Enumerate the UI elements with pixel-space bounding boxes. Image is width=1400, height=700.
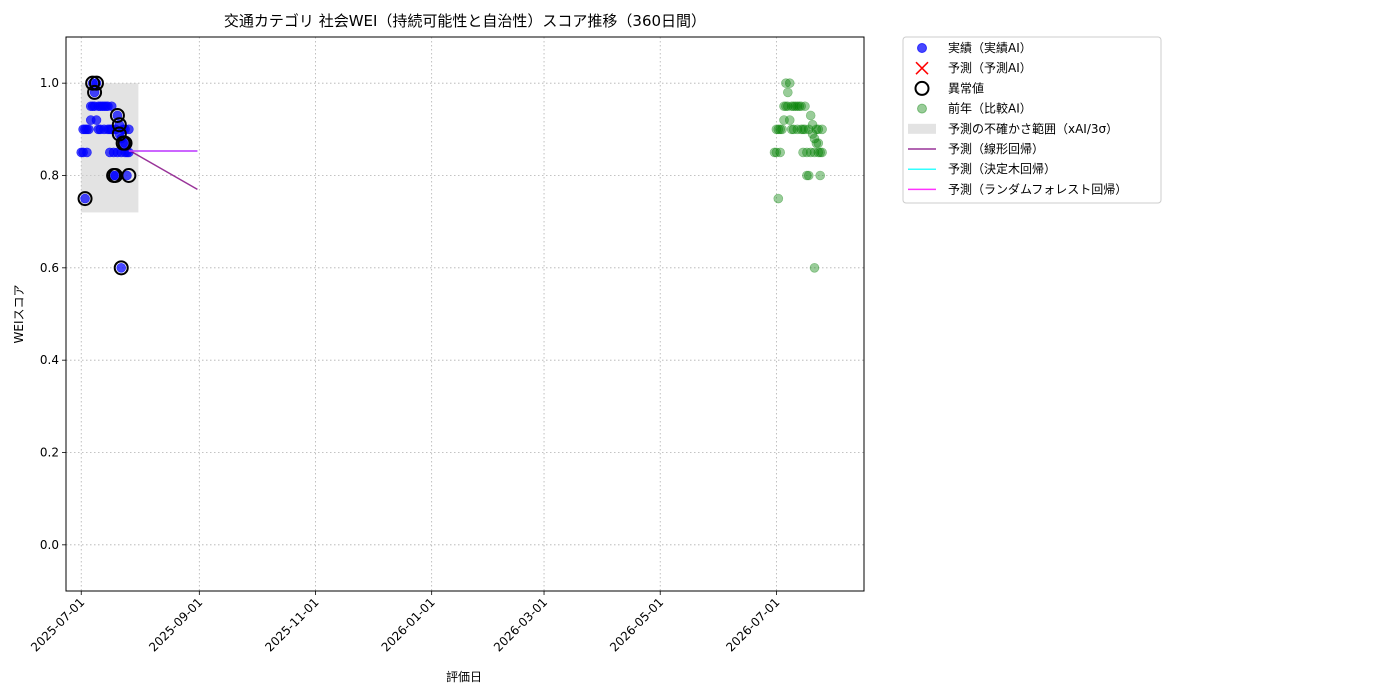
actual-point xyxy=(84,124,94,135)
x-tick-label: 2025-09-01 xyxy=(146,595,205,654)
x-tick-label: 2026-03-01 xyxy=(491,595,550,654)
legend-marker-band xyxy=(908,123,936,134)
prev-year-point xyxy=(809,263,820,273)
prev-year-point xyxy=(784,115,795,125)
legend-box xyxy=(902,36,1162,204)
legend-label: 前年（比較AI） xyxy=(948,101,1032,116)
prev-year-point xyxy=(817,147,827,158)
legend-label: 異常値 xyxy=(948,80,984,95)
y-tick-label: 0.6 xyxy=(40,261,59,275)
prev-year-point xyxy=(783,87,793,98)
x-tick-label: 2026-07-01 xyxy=(723,595,782,654)
legend-label: 予測（線形回帰） xyxy=(948,141,1044,156)
y-tick-label: 1.0 xyxy=(40,76,59,90)
y-tick-label: 0.8 xyxy=(40,169,59,183)
prev-year-point xyxy=(817,124,827,135)
x-tick-label: 2026-05-01 xyxy=(607,595,666,654)
actual-point xyxy=(91,115,102,125)
actual-point xyxy=(80,193,90,204)
legend-label: 予測（予測AI） xyxy=(948,61,1032,75)
prev-year-point xyxy=(784,78,795,88)
y-tick-label: 0.4 xyxy=(40,353,59,367)
prev-year-point xyxy=(775,147,786,158)
legend-label: 実績（実績AI） xyxy=(948,40,1032,55)
chart: 交通カテゴリ 社会WEI（持続可能性と自治性）スコア推移（360日間） 2025… xyxy=(12,12,1162,684)
prev-year-point xyxy=(777,124,787,135)
actual-point xyxy=(82,147,92,158)
prev-year-point xyxy=(813,138,824,148)
legend-label: 予測（決定木回帰） xyxy=(948,161,1056,176)
x-tick-label: 2026-01-01 xyxy=(379,595,438,654)
prev-year-point xyxy=(800,101,810,112)
x-axis-label: 評価日 xyxy=(446,669,482,684)
prev-year-point xyxy=(805,110,816,121)
grid xyxy=(66,37,864,591)
linear-regression-line xyxy=(128,149,198,191)
prev-year-point xyxy=(815,170,825,181)
y-axis-label: WEIスコア xyxy=(12,285,26,344)
legend-marker-circle xyxy=(917,103,927,114)
legend-label: 予測（ランダムフォレスト回帰） xyxy=(948,181,1127,196)
axes-frame xyxy=(65,36,865,592)
x-tick-label: 2025-11-01 xyxy=(262,595,321,654)
legend: 実績（実績AI） 予測（予測AI） 異常値前年（比較AI） 予測の不確かさ範囲（xAI… xyxy=(902,36,1162,204)
y-tick-label: 0.2 xyxy=(40,446,59,460)
plot-area: 2025-07-01 2025-09-01 2025-11-01 2026-01-01… xyxy=(28,36,865,654)
y-tick-label: 0.0 xyxy=(40,538,59,552)
prev-year-point xyxy=(803,170,814,181)
legend-label: 予測の不確かさ範囲（xAI/3σ） xyxy=(948,121,1118,136)
actual-point xyxy=(116,263,127,273)
prev-year-point xyxy=(773,193,784,204)
chart-title: 交通カテゴリ 社会WEI（持続可能性と自治性）スコア推移（360日間） xyxy=(224,12,706,30)
x-tick-label: 2025-07-01 xyxy=(28,595,87,654)
legend-marker-circle xyxy=(917,43,927,53)
